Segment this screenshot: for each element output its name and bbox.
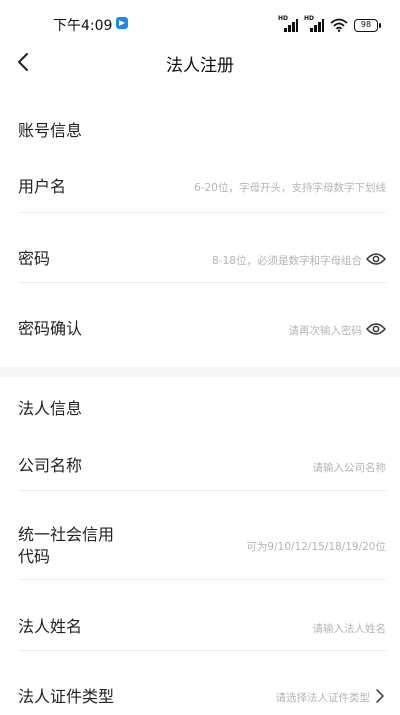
company-name-field[interactable]: 公司名称 请输入公司名称 [18, 438, 386, 491]
password-field[interactable]: 密码 8-18位，必须是数字和字母组合 [18, 230, 386, 283]
password-confirm-field[interactable]: 密码确认 请再次输入密码 [18, 300, 386, 353]
signal-2-icon: HD [304, 15, 324, 32]
password-confirm-input[interactable]: 请再次输入密码 [289, 323, 363, 338]
divider [18, 650, 386, 651]
nav-bar: 法人注册 [0, 44, 400, 80]
company-name-input[interactable]: 请输入公司名称 [313, 460, 387, 475]
app-notification-icon [116, 17, 128, 29]
username-field[interactable]: 用户名 6-20位，字母开头，支持字母数字下划线 [18, 160, 386, 213]
field-label: 密码确认 [18, 319, 83, 338]
divider [18, 212, 386, 213]
field-label: 法人证件类型 [18, 687, 115, 706]
field-label: 用户名 [18, 177, 67, 196]
eye-icon[interactable] [366, 322, 386, 336]
credit-code-input[interactable]: 可为9/10/12/15/18/19/20位 [246, 539, 386, 554]
legal-name-field[interactable]: 法人姓名 请输入法人姓名 [18, 598, 386, 651]
id-type-select[interactable]: 请选择法人证件类型 [276, 690, 371, 705]
field-label: 代码 [18, 547, 51, 566]
chevron-right-icon[interactable] [376, 689, 384, 703]
eye-icon[interactable] [366, 252, 386, 266]
status-bar: 下午4:09 HD HD 98 [0, 0, 400, 44]
legal-name-input[interactable]: 请输入法人姓名 [313, 621, 387, 636]
battery-indicator: 98 [354, 19, 381, 32]
status-icons: HD HD 98 [278, 14, 381, 32]
field-label: 法人姓名 [18, 617, 83, 636]
divider [18, 579, 386, 580]
divider [18, 490, 386, 491]
username-input[interactable]: 6-20位，字母开头，支持字母数字下划线 [194, 180, 386, 195]
field-label: 统一社会信用 [18, 525, 115, 544]
section-separator [0, 367, 400, 377]
credit-code-field[interactable]: 统一社会信用 代码 可为9/10/12/15/18/19/20位 [18, 508, 386, 580]
field-label: 密码 [18, 249, 51, 268]
signal-1-icon: HD [278, 15, 298, 32]
section-title-legal: 法人信息 [18, 399, 83, 418]
password-input[interactable]: 8-18位，必须是数字和字母组合 [212, 253, 362, 268]
status-time: 下午4:09 [53, 18, 113, 34]
field-label: 公司名称 [18, 456, 83, 475]
divider [18, 282, 386, 283]
id-type-field[interactable]: 法人证件类型 请选择法人证件类型 [18, 668, 386, 715]
section-title-account: 账号信息 [18, 121, 83, 140]
wifi-icon [330, 18, 348, 32]
page-title: 法人注册 [166, 56, 234, 76]
